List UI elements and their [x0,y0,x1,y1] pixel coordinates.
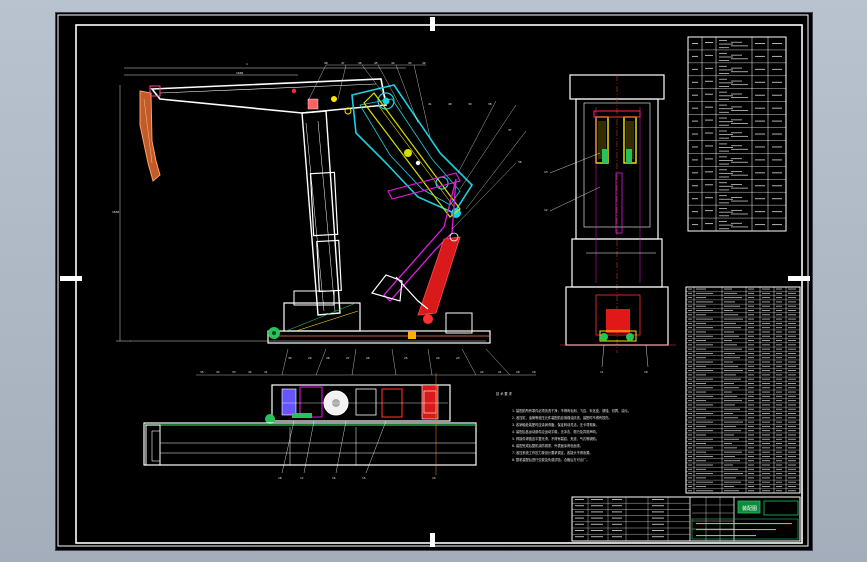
svg-text:13: 13 [544,170,548,174]
note-line: 5. 焊接件焊缝应平整光滑，不得有裂纹、夹渣、气孔等缺陷。 [512,436,599,441]
svg-text:29: 29 [308,356,312,360]
svg-text:33: 33 [232,370,236,374]
cad-drawing-viewport[interactable]: 1830 1600 48 47 46 45 44 43 42 41 40 39 … [55,12,813,551]
svg-text:39: 39 [468,102,472,106]
svg-text:27: 27 [346,356,350,360]
svg-text:36: 36 [518,160,522,164]
main-side-view: 1830 1600 48 47 46 45 44 43 42 41 40 39 … [112,61,536,376]
svg-text:44: 44 [391,61,395,65]
notes-title: 技 术 要 求 [496,391,513,396]
svg-text:30: 30 [288,356,292,360]
svg-text:19: 19 [532,370,536,374]
svg-text:23: 23 [456,356,460,360]
svg-text:43: 43 [408,61,412,65]
parts-list-table [685,286,801,494]
svg-text:10: 10 [644,370,648,374]
hydraulic-parameter-table [687,36,787,232]
svg-text:34: 34 [216,370,220,374]
svg-text:14: 14 [432,476,436,480]
svg-text:31: 31 [264,370,268,374]
svg-text:40: 40 [448,102,452,106]
svg-text:46: 46 [358,61,362,65]
cad-drawing-canvas[interactable]: 1830 1600 48 47 46 45 44 43 42 41 40 39 … [56,13,812,550]
note-line: 2. 液压缸、油管等液压元件装配前应用煤油清洗，装配时不得有损伤。 [512,415,612,420]
technical-requirements: 技 术 要 求 1. 装配前所有零件必须清洗干净，不得有毛刺、飞边、氧化皮、锈蚀… [496,391,631,462]
svg-text:17: 17 [300,476,304,480]
plan-view: 18 17 16 15 14 [143,373,477,480]
svg-text:11: 11 [600,370,604,374]
note-line: 8. 整机装配后进行空载及负载试验，合格后方可出厂。 [512,457,589,462]
note-line: 1. 装配前所有零件必须清洗干净，不得有毛刺、飞边、氧化皮、锈蚀、切屑、油污。 [512,408,631,413]
svg-text:26: 26 [366,356,370,360]
svg-text:15: 15 [362,476,366,480]
svg-text:16: 16 [332,476,336,480]
svg-text:21: 21 [498,370,502,374]
svg-text:41: 41 [428,102,432,106]
svg-text:42: 42 [422,61,426,65]
svg-text:35: 35 [200,370,204,374]
front-view: 13 12 11 10 [544,74,676,374]
note-line: 7. 液压系统工作压力按设计要求调定，各接头不得渗漏。 [512,450,593,455]
svg-text:24: 24 [436,356,440,360]
title-block-label: 装配图 [742,505,757,512]
title-block: 装配图 [571,496,801,542]
svg-text:47: 47 [341,61,345,65]
svg-text:45: 45 [374,61,378,65]
svg-text:20: 20 [516,370,520,374]
svg-text:22: 22 [480,370,484,374]
note-line: 3. 各销轴处装配时应涂润滑脂，保证转动灵活，无卡滞现象。 [512,422,599,427]
note-line: 4. 装配后各运动部件应运动平稳，无冲击、爬行及异常声响。 [512,429,599,434]
svg-text:1600: 1600 [236,71,243,75]
svg-text:25: 25 [404,356,408,360]
svg-text:48: 48 [324,61,328,65]
svg-text:12: 12 [544,208,548,212]
svg-text:1830: 1830 [112,210,119,214]
svg-text:1: 1 [246,62,248,66]
svg-text:32: 32 [248,370,252,374]
svg-text:18: 18 [278,476,282,480]
svg-text:37: 37 [508,128,512,132]
note-line: 6. 装配完成后整机涂防锈漆，外表面涂黄色面漆。 [512,443,583,448]
svg-text:28: 28 [326,356,330,360]
svg-text:38: 38 [488,102,492,106]
